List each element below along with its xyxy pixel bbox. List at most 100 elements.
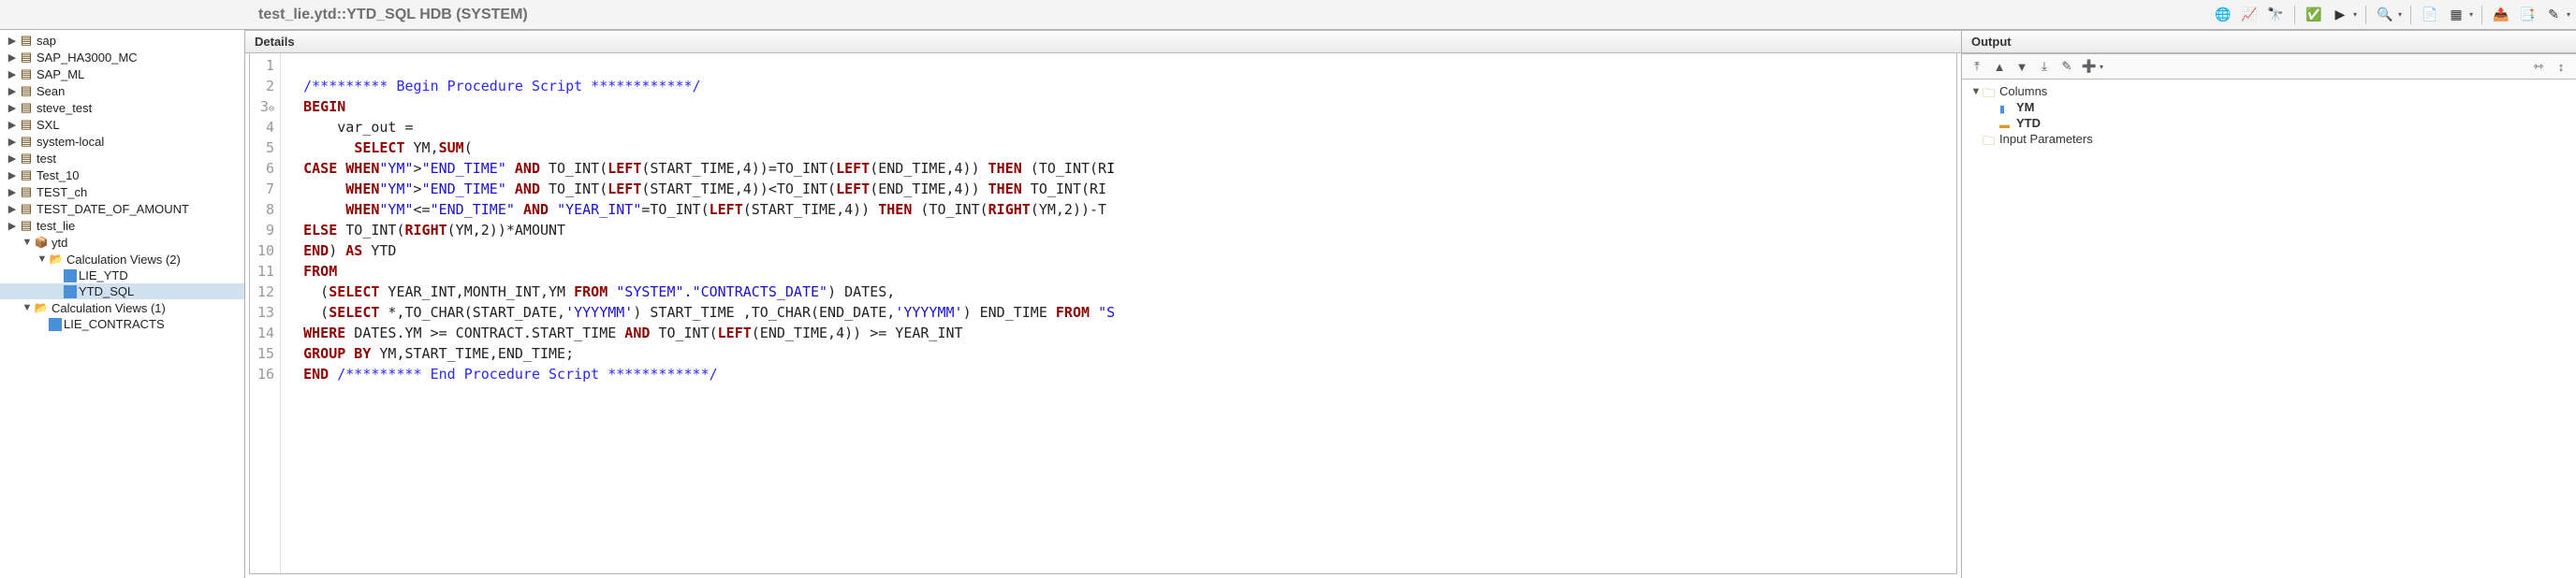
play-icon[interactable]: ▶ [2330, 5, 2350, 25]
tree-item-label: YTD_SQL [79, 284, 134, 298]
tree-item-lie-ytd[interactable]: LIE_YTD [0, 267, 244, 283]
output-item-ytd[interactable]: YTD [1968, 115, 2570, 131]
dropdown-arrow-icon[interactable]: ▾ [2469, 10, 2473, 19]
tree-item-sap-ha3000-mc[interactable]: ▶SAP_HA3000_MC [0, 49, 244, 65]
code-line[interactable]: ELSE TO_INT(RIGHT(YM,2))*AMOUNT [286, 220, 1115, 240]
code-line[interactable]: (SELECT YEAR_INT,MONTH_INT,YM FROM "SYST… [286, 282, 1115, 302]
line-number: 15 [257, 343, 274, 364]
tree-item-label: Sean [37, 84, 65, 98]
code-line[interactable]: GROUP BY YM,START_TIME,END_TIME; [286, 343, 1115, 364]
tree-item-calculation-views-2-[interactable]: ▼ Calculation Views (2) [0, 251, 244, 267]
document-icon[interactable]: 📄 [2420, 5, 2440, 25]
line-number: 14 [257, 323, 274, 343]
expand-icon[interactable]: ▶ [6, 35, 19, 47]
navigator-tree[interactable]: ▶sap▶SAP_HA3000_MC▶SAP_ML▶Sean▶steve_tes… [0, 30, 245, 578]
down-icon[interactable]: ▼ [2012, 57, 2031, 76]
chart-icon[interactable]: 📈 [2239, 5, 2260, 25]
copy-icon[interactable]: 📑 [2517, 5, 2538, 25]
collapse-icon[interactable]: ▼ [21, 237, 34, 248]
expand-icon[interactable]: ▶ [6, 220, 19, 232]
code-line[interactable]: WHERE DATES.YM >= CONTRACT.START_TIME AN… [286, 323, 1115, 343]
code-line[interactable]: END /********* End Procedure Script ****… [286, 364, 1115, 384]
up-icon[interactable]: ▲ [1990, 57, 2009, 76]
code-line[interactable]: SELECT YM,SUM( [286, 137, 1115, 158]
output-item-label: YM [2016, 100, 2035, 114]
expand-icon[interactable]: ▶ [6, 51, 19, 64]
collapse-icon[interactable]: ▼ [1969, 86, 1983, 97]
tree-item-lie-contracts[interactable]: LIE_CONTRACTS [0, 316, 244, 332]
tree-item-ytd-sql[interactable]: YTD_SQL [0, 283, 244, 299]
tree-item-ytd[interactable]: ▼ytd [0, 234, 244, 251]
tree-item-label: Calculation Views (1) [51, 301, 166, 315]
export-icon[interactable]: 📤 [2491, 5, 2511, 25]
fold-icon[interactable]: ⊖ [269, 104, 274, 114]
expand-icon[interactable]: ▶ [6, 119, 19, 131]
expand-icon[interactable]: ▶ [6, 136, 19, 148]
tree-item-label: Calculation Views (2) [66, 253, 181, 267]
code-line[interactable]: END) AS YTD [286, 240, 1115, 261]
code-line[interactable]: (SELECT *,TO_CHAR(START_DATE,'YYYYMM') S… [286, 302, 1115, 323]
output-item-ym[interactable]: YM [1968, 99, 2570, 115]
code-area[interactable]: /********* Begin Procedure Script ******… [281, 53, 1120, 573]
grid-icon[interactable]: ▦ [2446, 5, 2466, 25]
tree-item-label: SAP_ML [37, 67, 84, 81]
expand-icon[interactable]: ▶ [6, 102, 19, 114]
output-item-input-parameters[interactable]: Input Parameters [1968, 131, 2570, 147]
tree-item-sxl[interactable]: ▶SXL [0, 116, 244, 133]
edit-icon[interactable]: ✎ [2543, 5, 2564, 25]
tree-item-steve-test[interactable]: ▶ steve_test [0, 99, 244, 116]
expand-icon[interactable]: ▶ [6, 152, 19, 165]
output-item-columns[interactable]: ▼Columns [1968, 83, 2570, 99]
collapse-icon[interactable]: ▼ [36, 253, 49, 265]
expand-h-icon[interactable]: ⇿ [2529, 57, 2548, 76]
tree-item-sap-ml[interactable]: ▶ SAP_ML [0, 65, 244, 82]
dropdown-arrow-icon[interactable]: ▾ [2100, 63, 2103, 71]
output-item-label: YTD [2016, 116, 2041, 130]
output-tree[interactable]: ▼ColumnsYM YTDInput Parameters [1962, 79, 2576, 578]
tree-item-sean[interactable]: ▶ Sean [0, 82, 244, 99]
code-line[interactable]: WHEN"YM">"END_TIME" AND TO_INT(LEFT(STAR… [286, 179, 1115, 199]
collapse-all-icon[interactable]: ⤒ [1968, 57, 1986, 76]
code-line[interactable]: var_out = [286, 117, 1115, 137]
tree-item-calculation-views-1-[interactable]: ▼ Calculation Views (1) [0, 299, 244, 316]
details-header: Details [245, 30, 1961, 53]
dropdown-arrow-icon[interactable]: ▾ [2567, 10, 2570, 19]
tree-item-test-ch[interactable]: ▶ TEST_ch [0, 183, 244, 200]
add-icon[interactable]: ➕ [2080, 57, 2099, 76]
dropdown-arrow-icon[interactable]: ▾ [2398, 10, 2402, 19]
line-number: 5 [257, 137, 274, 158]
code-line[interactable]: FROM [286, 261, 1115, 282]
expand-icon[interactable]: ▶ [6, 85, 19, 97]
code-line[interactable]: BEGIN [286, 96, 1115, 117]
tree-item-test-10[interactable]: ▶Test_10 [0, 166, 244, 183]
code-line[interactable]: CASE WHEN"YM">"END_TIME" AND TO_INT(LEFT… [286, 158, 1115, 179]
expand-icon[interactable]: ▶ [6, 169, 19, 181]
expand-icon[interactable]: ▶ [6, 68, 19, 80]
tree-item-sap[interactable]: ▶sap [0, 32, 244, 49]
code-line[interactable] [286, 55, 1115, 76]
tree-item-test[interactable]: ▶test [0, 150, 244, 166]
inspect-icon[interactable]: 🔍 [2375, 5, 2395, 25]
code-line[interactable]: /********* Begin Procedure Script ******… [286, 76, 1115, 96]
cv-icon [64, 269, 77, 282]
binoculars-icon[interactable]: 🔭 [2265, 5, 2286, 25]
globe-icon[interactable]: 🌐 [2213, 5, 2233, 25]
tree-item-system-local[interactable]: ▶ system-local [0, 133, 244, 150]
dropdown-arrow-icon[interactable]: ▾ [2353, 10, 2357, 19]
collapse-icon[interactable]: ▼ [21, 302, 34, 313]
tree-item-label: steve_test [37, 101, 92, 115]
code-line[interactable]: WHEN"YM"<="END_TIME" AND "YEAR_INT"=TO_I… [286, 199, 1115, 220]
expand-icon[interactable]: ▶ [6, 186, 19, 198]
tree-item-label: TEST_ch [37, 185, 87, 199]
toolbar-divider [2365, 6, 2366, 24]
expand-icon[interactable]: ▶ [6, 203, 19, 215]
code-editor[interactable]: 123⊖45678910111213141516 /********* Begi… [249, 53, 1957, 574]
line-number: 8 [257, 199, 274, 220]
check-icon[interactable]: ✅ [2304, 5, 2324, 25]
collapse-icon[interactable]: ⤓ [2035, 57, 2054, 76]
edit-icon[interactable]: ✎ [2057, 57, 2076, 76]
tree-item-label: system-local [37, 135, 104, 149]
expand-v-icon[interactable]: ↕ [2552, 57, 2570, 76]
tree-item-test-date-of-amount[interactable]: ▶TEST_DATE_OF_AMOUNT [0, 200, 244, 217]
tree-item-test-lie[interactable]: ▶test_lie [0, 217, 244, 234]
